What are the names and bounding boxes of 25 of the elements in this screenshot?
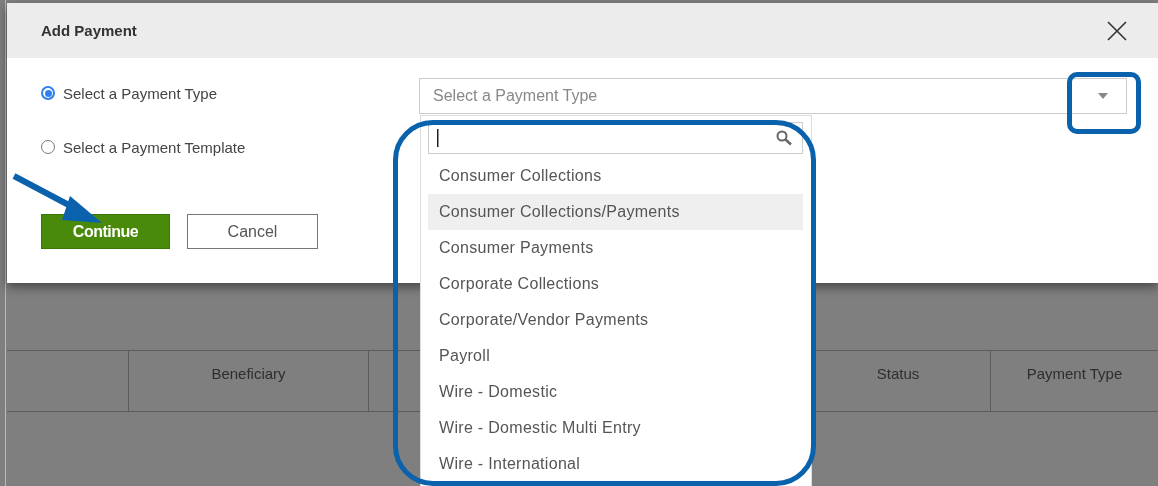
column-header: Beneficiary [128, 351, 368, 411]
select-placeholder: Select a Payment Type [433, 87, 598, 105]
radio-label: Select a Payment Type [63, 84, 217, 102]
continue-button[interactable]: Continue [41, 214, 170, 249]
dialog-title: Add Payment [41, 22, 137, 39]
dropdown-option[interactable]: Consumer Payments [428, 230, 803, 266]
dropdown-option[interactable]: Consumer Collections [428, 158, 803, 194]
radio-button[interactable] [41, 86, 55, 100]
dropdown-option[interactable]: Corporate Collections [428, 266, 803, 302]
search-icon [776, 130, 792, 146]
text-cursor-icon [437, 129, 439, 147]
caret-icon [1098, 93, 1108, 99]
search-field[interactable] [428, 122, 803, 154]
cancel-button[interactable]: Cancel [187, 214, 318, 249]
column-header: Payment Type [990, 351, 1158, 411]
dropdown-option[interactable]: Wire - Domestic [428, 374, 803, 410]
dropdown-option[interactable]: Consumer Collections/Payments [428, 194, 803, 230]
dropdown-option[interactable]: Wire - Domestic Multi Entry [428, 410, 803, 446]
close-icon[interactable] [1106, 19, 1128, 42]
radio-label: Select a Payment Template [63, 138, 246, 156]
dropdown-option[interactable]: Wire - International [428, 446, 803, 482]
dropdown-option[interactable]: Payroll [428, 338, 803, 374]
dropdown-option[interactable]: Corporate/Vendor Payments [428, 302, 803, 338]
radio-button[interactable] [41, 140, 55, 154]
payment-type-select[interactable]: Select a Payment Type [419, 78, 1127, 114]
